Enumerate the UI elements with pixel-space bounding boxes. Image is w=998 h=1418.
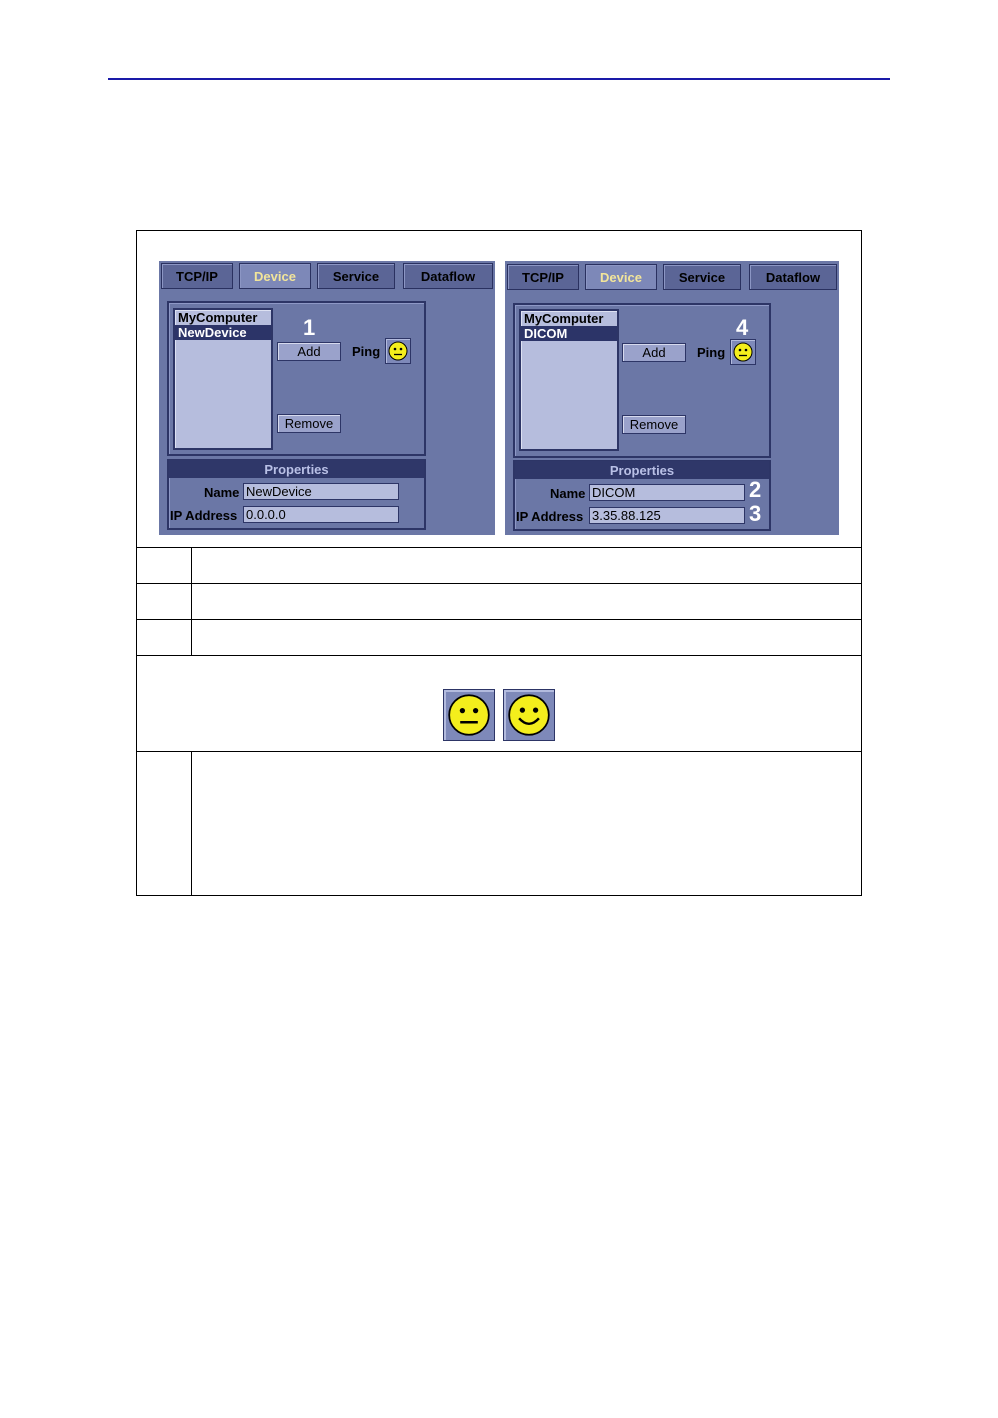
neutral-face-icon	[388, 341, 408, 361]
tab-tcpip[interactable]: TCP/IP	[161, 263, 233, 289]
header-rule	[108, 78, 890, 80]
list-item[interactable]: MyComputer	[175, 310, 271, 325]
tab-tcpip[interactable]: TCP/IP	[507, 264, 579, 290]
callout-number-ping: 4	[736, 315, 749, 340]
tab-service[interactable]: Service	[663, 264, 741, 290]
right-device-panel: TCP/IP Device Service Dataflow MyCompute…	[505, 261, 839, 535]
properties-title: Properties	[515, 461, 769, 479]
screenshot-row: TCP/IP Device Service Dataflow MyCompute…	[137, 231, 861, 547]
table-row	[137, 583, 861, 619]
ip-address-label: IP Address	[170, 508, 238, 523]
tab-dataflow[interactable]: Dataflow	[749, 264, 837, 290]
smiling-face-icon	[508, 694, 550, 736]
table-row	[137, 751, 861, 895]
list-item-selected[interactable]: DICOM	[521, 326, 617, 341]
device-list[interactable]: MyComputer NewDevice	[173, 308, 273, 450]
table-row	[137, 547, 861, 583]
device-list[interactable]: MyComputer DICOM	[519, 309, 619, 451]
ping-success-button	[503, 689, 555, 741]
ping-label: Ping	[352, 344, 381, 359]
ping-icons-row	[137, 655, 861, 751]
ip-address-field[interactable]: 3.35.88.125	[589, 507, 745, 524]
remove-button[interactable]: Remove	[277, 414, 341, 433]
row-number-cell	[137, 620, 192, 655]
figure-table: TCP/IP Device Service Dataflow MyCompute…	[136, 230, 862, 896]
ping-button[interactable]	[730, 339, 756, 365]
list-item-selected[interactable]: NewDevice	[175, 325, 271, 340]
neutral-face-icon	[733, 342, 753, 362]
add-button[interactable]: Add	[622, 343, 686, 362]
ip-address-label: IP Address	[516, 509, 584, 524]
callout-number: 1	[303, 315, 316, 340]
remove-button[interactable]: Remove	[622, 415, 686, 434]
callout-number-ip: 3	[749, 501, 762, 526]
row-number-cell	[137, 584, 192, 619]
ping-neutral-button	[443, 689, 495, 741]
properties-title: Properties	[169, 460, 424, 478]
table-row	[137, 619, 861, 655]
ip-address-field[interactable]: 0.0.0.0	[243, 506, 399, 523]
name-label: Name	[204, 485, 240, 500]
add-button[interactable]: Add	[277, 342, 341, 361]
row-number-cell	[137, 548, 192, 583]
neutral-face-icon	[448, 694, 490, 736]
name-field[interactable]: NewDevice	[243, 483, 399, 500]
ping-button[interactable]	[385, 338, 411, 364]
tab-device[interactable]: Device	[585, 264, 657, 290]
list-item[interactable]: MyComputer	[521, 311, 617, 326]
tab-dataflow[interactable]: Dataflow	[403, 263, 493, 289]
left-device-panel: TCP/IP Device Service Dataflow MyCompute…	[159, 261, 495, 535]
callout-number-name: 2	[749, 477, 762, 502]
name-label: Name	[550, 486, 586, 501]
tab-service[interactable]: Service	[317, 263, 395, 289]
tab-device[interactable]: Device	[239, 263, 311, 289]
row-number-cell	[137, 752, 192, 895]
name-field[interactable]: DICOM	[589, 484, 745, 501]
ping-label: Ping	[697, 345, 726, 360]
